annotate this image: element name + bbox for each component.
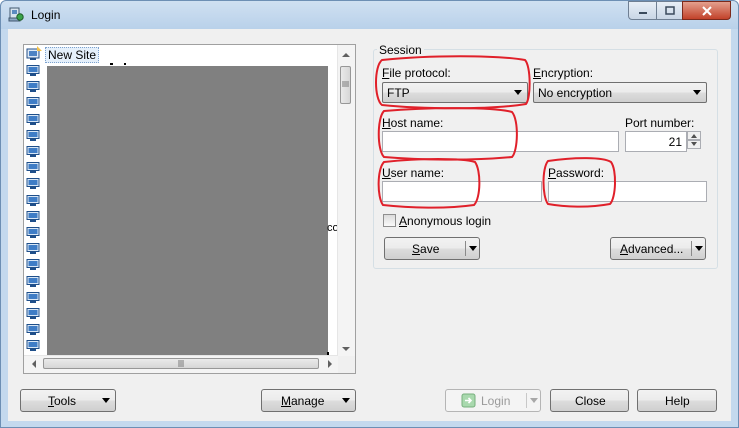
minimize-icon bbox=[638, 11, 647, 14]
tree-horizontal-scrollbar[interactable] bbox=[24, 355, 338, 373]
advanced-dropdown-icon[interactable] bbox=[695, 246, 703, 251]
spin-up-button[interactable] bbox=[687, 131, 701, 140]
dialog-client: New Site con Session File protocol: FTP … bbox=[8, 29, 731, 421]
close-x-icon bbox=[701, 5, 712, 16]
close-button[interactable]: Close bbox=[550, 389, 629, 412]
new-site-label: New Site bbox=[45, 47, 100, 63]
grip-icon bbox=[178, 360, 184, 367]
minimize-button[interactable] bbox=[628, 1, 657, 20]
site-computer-icon[interactable] bbox=[26, 178, 40, 190]
maximize-icon bbox=[664, 6, 675, 15]
chevron-down-icon bbox=[693, 90, 701, 95]
chevron-down-icon bbox=[342, 398, 350, 403]
site-computer-icon[interactable] bbox=[26, 210, 40, 223]
grip-icon bbox=[342, 81, 349, 87]
site-computer-icon[interactable] bbox=[26, 275, 40, 288]
user-name-label: User name: bbox=[382, 166, 445, 180]
save-dropdown-icon[interactable] bbox=[469, 246, 477, 251]
file-protocol-value: FTP bbox=[387, 86, 410, 100]
user-name-input[interactable] bbox=[382, 181, 542, 202]
truncated-text-fragment bbox=[110, 63, 126, 65]
site-computer-icon[interactable] bbox=[26, 243, 40, 255]
encryption-value: No encryption bbox=[538, 86, 613, 100]
password-label: Password: bbox=[548, 166, 605, 180]
host-name-label: Host name: bbox=[382, 116, 444, 130]
site-computer-icon[interactable] bbox=[26, 129, 40, 142]
scrollbar-corner bbox=[338, 356, 355, 373]
anonymous-login-checkbox[interactable] bbox=[383, 214, 396, 227]
site-computer-icon[interactable] bbox=[26, 97, 40, 109]
site-computer-icon[interactable] bbox=[26, 340, 40, 352]
tree-vertical-scrollbar[interactable] bbox=[337, 45, 355, 358]
encryption-label: Encryption: bbox=[533, 66, 594, 80]
password-input[interactable] bbox=[548, 181, 707, 202]
site-computer-icon[interactable] bbox=[26, 227, 40, 239]
port-number-input[interactable] bbox=[625, 131, 687, 152]
spin-up-icon bbox=[691, 134, 697, 138]
window-close-button[interactable] bbox=[682, 1, 731, 20]
encryption-select[interactable]: No encryption bbox=[533, 82, 707, 103]
chevron-down-icon bbox=[514, 90, 522, 95]
site-computer-icon[interactable] bbox=[26, 65, 40, 77]
file-protocol-label: File protocol: bbox=[382, 66, 451, 80]
save-button[interactable]: Save bbox=[384, 237, 480, 260]
login-icon bbox=[461, 393, 476, 408]
title-bar: Login bbox=[1, 1, 738, 29]
redacted-site-list bbox=[47, 66, 328, 360]
chevron-down-icon bbox=[102, 398, 110, 403]
site-computer-icon[interactable] bbox=[26, 113, 40, 126]
window-title: Login bbox=[31, 8, 61, 22]
manage-button[interactable]: Manage bbox=[261, 389, 356, 412]
anonymous-login-label[interactable]: Anonymous login bbox=[399, 214, 491, 228]
new-site-icon bbox=[26, 46, 42, 60]
session-group-title: Session bbox=[377, 43, 424, 57]
scroll-up-icon[interactable] bbox=[338, 48, 354, 62]
site-computer-icon[interactable] bbox=[26, 259, 40, 271]
site-computer-icon[interactable] bbox=[26, 162, 40, 174]
site-computer-icon[interactable] bbox=[26, 324, 40, 336]
host-name-input[interactable] bbox=[382, 131, 619, 152]
site-computer-icon[interactable] bbox=[26, 308, 40, 320]
file-protocol-select[interactable]: FTP bbox=[382, 82, 528, 103]
tree-horizontal-thumb[interactable] bbox=[43, 358, 319, 369]
port-number-spinner[interactable] bbox=[687, 131, 703, 152]
advanced-button[interactable]: Advanced... bbox=[610, 237, 706, 260]
spin-down-icon bbox=[691, 142, 697, 146]
site-computer-icon[interactable] bbox=[26, 81, 40, 93]
login-button[interactable]: Login bbox=[445, 389, 541, 412]
scroll-down-icon[interactable] bbox=[338, 342, 354, 356]
tree-item-new-site[interactable]: New Site bbox=[25, 46, 115, 63]
scroll-left-icon[interactable] bbox=[27, 356, 41, 372]
winscp-app-icon bbox=[8, 7, 24, 22]
login-dropdown-icon[interactable] bbox=[530, 398, 538, 403]
site-computer-icon[interactable] bbox=[26, 146, 40, 158]
tools-button[interactable]: Tools bbox=[20, 389, 116, 412]
site-computer-icon[interactable] bbox=[26, 291, 40, 304]
site-computer-icon[interactable] bbox=[26, 194, 40, 207]
scroll-right-icon[interactable] bbox=[323, 356, 337, 372]
help-button[interactable]: Help bbox=[637, 389, 717, 412]
port-number-label: Port number: bbox=[625, 116, 695, 130]
site-tree[interactable]: New Site con bbox=[23, 44, 356, 374]
spin-down-button[interactable] bbox=[687, 140, 701, 149]
tree-vertical-thumb[interactable] bbox=[340, 66, 351, 104]
maximize-button[interactable] bbox=[656, 1, 683, 20]
login-dialog: Login New Site con Session File protocol… bbox=[0, 0, 739, 428]
